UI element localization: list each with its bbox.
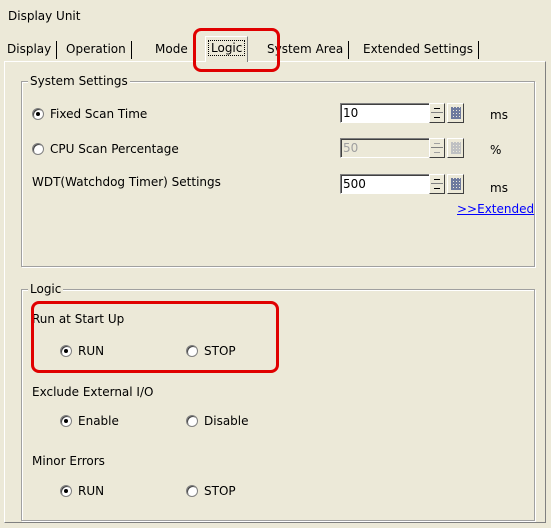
run-at-startup-stop-radio[interactable]: STOP bbox=[186, 344, 236, 358]
minor-errors-label: Minor Errors bbox=[32, 454, 105, 468]
fixed-scan-keypad-icon[interactable] bbox=[447, 103, 464, 123]
minor-errors-stop-label: STOP bbox=[204, 484, 236, 498]
run-at-startup-stop-radio-button[interactable] bbox=[186, 345, 198, 357]
exclude-io-disable-radio-button[interactable] bbox=[186, 415, 198, 427]
system-settings-legend: System Settings bbox=[28, 74, 130, 88]
wdt-unit: ms bbox=[490, 181, 508, 195]
cpu-scan-radio[interactable]: CPU Scan Percentage bbox=[32, 142, 179, 156]
logic-legend: Logic bbox=[28, 282, 64, 296]
exclude-io-enable-label: Enable bbox=[78, 414, 119, 428]
system-settings-group: System Settings Fixed Scan Time 10 ms CP… bbox=[21, 74, 535, 267]
tab-operation[interactable]: Operation bbox=[63, 38, 132, 62]
fixed-scan-radio[interactable]: Fixed Scan Time bbox=[32, 107, 147, 121]
fixed-scan-time-input[interactable]: 10 bbox=[340, 103, 430, 123]
exclude-io-disable-label: Disable bbox=[204, 414, 249, 428]
cpu-scan-label: CPU Scan Percentage bbox=[50, 142, 179, 156]
exclude-io-enable-radio[interactable]: Enable bbox=[60, 414, 119, 428]
minor-errors-run-radio[interactable]: RUN bbox=[60, 484, 104, 498]
cpu-scan-keypad-icon[interactable] bbox=[447, 138, 464, 158]
extended-link[interactable]: >>Extended bbox=[457, 202, 534, 216]
cpu-scan-spinner[interactable] bbox=[429, 138, 445, 158]
exclude-io-disable-radio[interactable]: Disable bbox=[186, 414, 249, 428]
tab-extended-settings[interactable]: Extended Settings bbox=[360, 38, 480, 62]
fixed-scan-radio-button[interactable] bbox=[32, 108, 44, 120]
wdt-label: WDT(Watchdog Timer) Settings bbox=[32, 175, 221, 189]
tab-panel: System Settings Fixed Scan Time 10 ms CP… bbox=[4, 61, 546, 523]
minor-errors-run-label: RUN bbox=[78, 484, 105, 498]
cpu-scan-unit: % bbox=[490, 143, 502, 157]
run-at-startup-label: Run at Start Up bbox=[32, 312, 125, 326]
run-at-startup-stop-label: STOP bbox=[204, 344, 236, 358]
wdt-keypad-icon[interactable] bbox=[447, 174, 464, 194]
wdt-input[interactable]: 500 bbox=[340, 174, 430, 194]
tab-logic-label: Logic bbox=[208, 40, 246, 56]
tab-mode[interactable]: Mode bbox=[152, 38, 206, 62]
logic-group: Logic Run at Start Up RUN STOP Exclude E… bbox=[21, 282, 535, 521]
tab-system-area[interactable]: System Area bbox=[264, 38, 350, 62]
fixed-scan-label: Fixed Scan Time bbox=[50, 107, 148, 121]
fixed-scan-unit: ms bbox=[490, 108, 508, 122]
cpu-scan-radio-button[interactable] bbox=[32, 143, 44, 155]
exclude-io-label: Exclude External I/O bbox=[32, 385, 154, 399]
minor-errors-stop-radio[interactable]: STOP bbox=[186, 484, 236, 498]
minor-errors-stop-radio-button[interactable] bbox=[186, 485, 198, 497]
run-at-startup-run-label: RUN bbox=[78, 344, 105, 358]
tab-display[interactable]: Display bbox=[4, 38, 58, 62]
run-at-startup-run-radio-button[interactable] bbox=[60, 345, 72, 357]
tab-logic[interactable]: Logic bbox=[205, 36, 249, 62]
run-at-startup-run-radio[interactable]: RUN bbox=[60, 344, 104, 358]
cpu-scan-percentage-input[interactable]: 50 bbox=[340, 138, 430, 158]
window-title: Display Unit bbox=[8, 9, 81, 23]
wdt-spinner[interactable] bbox=[429, 174, 445, 194]
fixed-scan-spinner[interactable] bbox=[429, 103, 445, 123]
exclude-io-enable-radio-button[interactable] bbox=[60, 415, 72, 427]
minor-errors-run-radio-button[interactable] bbox=[60, 485, 72, 497]
